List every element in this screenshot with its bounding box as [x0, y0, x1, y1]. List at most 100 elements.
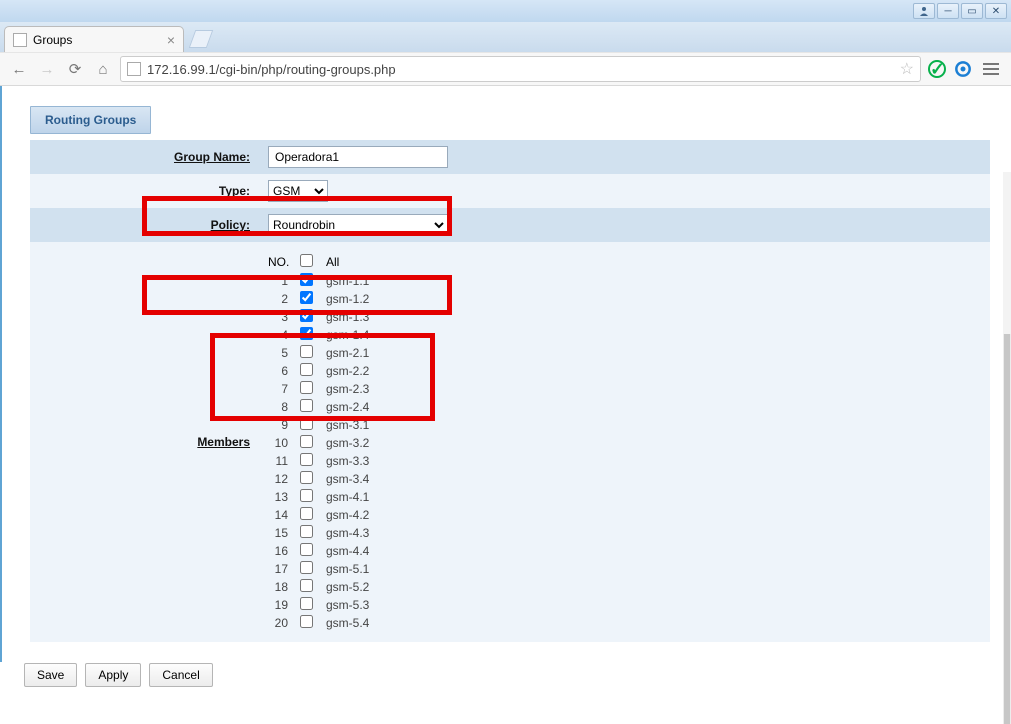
member-checkbox[interactable] [300, 507, 313, 520]
member-no: 2 [268, 292, 288, 306]
member-checkbox[interactable] [300, 579, 313, 592]
member-label: gsm-3.4 [326, 472, 369, 486]
forward-icon[interactable]: → [36, 58, 58, 80]
member-checkbox[interactable] [300, 435, 313, 448]
member-row: 4gsm-1.4 [268, 326, 982, 344]
member-no: 6 [268, 364, 288, 378]
page-icon [13, 33, 27, 47]
member-row: 10gsm-3.2 [268, 434, 982, 452]
member-row: 17 gsm-5.1 [268, 560, 982, 578]
type-select[interactable]: GSM [268, 180, 328, 202]
section-tab-routing-groups[interactable]: Routing Groups [30, 106, 151, 134]
member-no: 1 [268, 274, 288, 288]
member-row: 14gsm-4.2 [268, 506, 982, 524]
member-checkbox[interactable] [300, 291, 313, 304]
extension-green-icon[interactable]: ✓ [927, 59, 947, 79]
maximize-icon[interactable]: ▭ [961, 3, 983, 19]
url-text: 172.16.99.1/cgi-bin/php/routing-groups.p… [147, 62, 894, 77]
member-label: gsm-3.1 [326, 418, 369, 432]
new-tab-button[interactable] [189, 30, 214, 48]
member-row: 15gsm-4.3 [268, 524, 982, 542]
member-row: 6gsm-2.2 [268, 362, 982, 380]
member-no: 18 [268, 580, 288, 594]
tab-close-icon[interactable]: × [167, 32, 175, 48]
member-row: 12gsm-3.4 [268, 470, 982, 488]
browser-tabstrip: Groups × [0, 22, 1011, 52]
action-bar: Save Apply Cancel [24, 663, 213, 687]
member-checkbox[interactable] [300, 471, 313, 484]
scrollbar-thumb[interactable] [1003, 334, 1011, 724]
member-no: 8 [268, 400, 288, 414]
member-checkbox[interactable] [300, 525, 313, 538]
minimize-icon[interactable]: ─ [937, 3, 959, 19]
member-no: 15 [268, 526, 288, 540]
member-row: 1gsm-1.1 [268, 272, 982, 290]
apply-button[interactable]: Apply [85, 663, 141, 687]
policy-select[interactable]: Roundrobin [268, 214, 448, 236]
bookmark-star-icon[interactable]: ☆ [900, 59, 914, 79]
member-label: gsm-5.3 [326, 598, 369, 612]
member-label: gsm-1.2 [326, 292, 369, 306]
browser-tab[interactable]: Groups × [4, 26, 184, 52]
member-row: 9 gsm-3.1 [268, 416, 982, 434]
member-label: gsm-3.2 [326, 436, 369, 450]
member-no: 13 [268, 490, 288, 504]
member-label: gsm-2.4 [326, 400, 369, 414]
member-checkbox[interactable] [300, 345, 313, 358]
reload-icon[interactable]: ⟳ [64, 58, 86, 80]
user-icon[interactable] [913, 3, 935, 19]
member-checkbox[interactable] [300, 309, 313, 322]
col-header-no: NO. [268, 255, 288, 269]
extension-blue-icon[interactable] [953, 59, 973, 79]
member-label: gsm-4.4 [326, 544, 369, 558]
label-group-name: Group Name: [30, 140, 260, 174]
url-bar[interactable]: 172.16.99.1/cgi-bin/php/routing-groups.p… [120, 56, 921, 82]
member-row: 16 gsm-4.4 [268, 542, 982, 560]
member-no: 20 [268, 616, 288, 630]
member-checkbox[interactable] [300, 363, 313, 376]
member-no: 19 [268, 598, 288, 612]
member-checkbox[interactable] [300, 615, 313, 628]
member-row: 2 gsm-1.2 [268, 290, 982, 308]
member-label: gsm-4.2 [326, 508, 369, 522]
group-name-input[interactable] [268, 146, 448, 168]
member-row: 19 gsm-5.3 [268, 596, 982, 614]
member-label: gsm-5.1 [326, 562, 369, 576]
window-titlebar: ─ ▭ ✕ [0, 0, 1011, 22]
checkbox-all[interactable] [300, 254, 313, 267]
member-row: 7gsm-2.3 [268, 380, 982, 398]
home-icon[interactable]: ⌂ [92, 58, 114, 80]
member-label: gsm-4.1 [326, 490, 369, 504]
member-checkbox[interactable] [300, 597, 313, 610]
member-checkbox[interactable] [300, 381, 313, 394]
save-button[interactable]: Save [24, 663, 77, 687]
cancel-button[interactable]: Cancel [149, 663, 212, 687]
form-table: Group Name: Type: GSM Policy: Roundrobin… [30, 140, 990, 642]
member-label: gsm-1.4 [326, 328, 369, 342]
label-type: Type: [30, 174, 260, 208]
member-no: 16 [268, 544, 288, 558]
member-no: 9 [268, 418, 288, 432]
member-checkbox[interactable] [300, 561, 313, 574]
member-checkbox[interactable] [300, 489, 313, 502]
member-checkbox[interactable] [300, 399, 313, 412]
member-label: gsm-5.2 [326, 580, 369, 594]
member-label: gsm-5.4 [326, 616, 369, 630]
member-checkbox[interactable] [300, 273, 313, 286]
member-no: 7 [268, 382, 288, 396]
member-row: 5gsm-2.1 [268, 344, 982, 362]
close-icon[interactable]: ✕ [985, 3, 1007, 19]
page-content: Routing Groups Group Name: Type: GSM Pol… [0, 86, 1011, 662]
member-checkbox[interactable] [300, 417, 313, 430]
member-label: gsm-1.3 [326, 310, 369, 324]
back-icon[interactable]: ← [8, 58, 30, 80]
member-no: 3 [268, 310, 288, 324]
member-checkbox[interactable] [300, 543, 313, 556]
member-no: 17 [268, 562, 288, 576]
hamburger-menu-icon[interactable] [979, 59, 1003, 79]
member-label: gsm-3.3 [326, 454, 369, 468]
member-no: 5 [268, 346, 288, 360]
member-checkbox[interactable] [300, 453, 313, 466]
browser-toolbar: ← → ⟳ ⌂ 172.16.99.1/cgi-bin/php/routing-… [0, 52, 1011, 86]
member-checkbox[interactable] [300, 327, 313, 340]
